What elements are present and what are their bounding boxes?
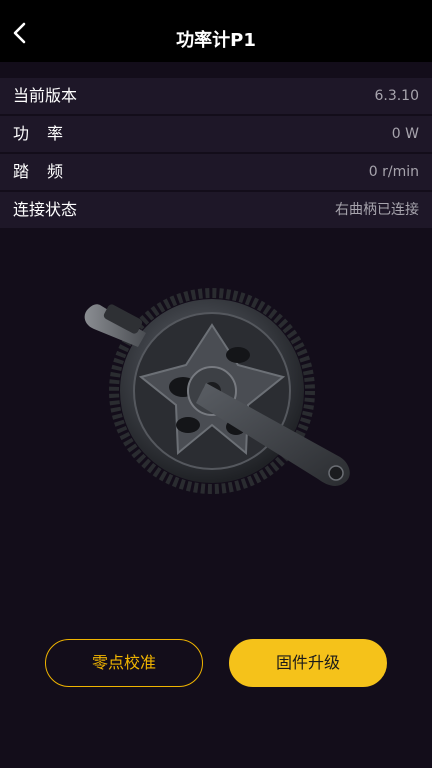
power-meter-screen: 功率计P1 当前版本 6.3.10 功率 0 W 踏频 0 r/min 连接状态… [0, 0, 432, 768]
version-label: 当前版本 [13, 86, 78, 105]
device-info-list: 当前版本 6.3.10 功率 0 W 踏频 0 r/min 连接状态 右曲柄已连… [0, 78, 432, 230]
power-value: 0 W [391, 126, 419, 142]
crankset-illustration [84, 288, 350, 494]
connection-status-label: 连接状态 [13, 200, 78, 219]
info-row-power: 功率 0 W [0, 116, 432, 152]
top-bar: 功率计P1 [0, 0, 432, 62]
info-row-version: 当前版本 6.3.10 [0, 78, 432, 114]
info-row-connection: 连接状态 右曲柄已连接 [0, 192, 432, 228]
power-label: 功率 [13, 124, 82, 143]
page-title: 功率计P1 [176, 30, 256, 51]
connection-status-value: 右曲柄已连接 [335, 202, 419, 218]
version-value: 6.3.10 [374, 88, 419, 104]
crankset-image [78, 285, 362, 499]
cadence-value: 0 r/min [368, 164, 419, 180]
firmware-upgrade-button[interactable]: 固件升级 [229, 639, 387, 687]
zero-calibration-button[interactable]: 零点校准 [45, 639, 203, 687]
cadence-label: 踏频 [13, 162, 82, 181]
info-row-cadence: 踏频 0 r/min [0, 154, 432, 190]
